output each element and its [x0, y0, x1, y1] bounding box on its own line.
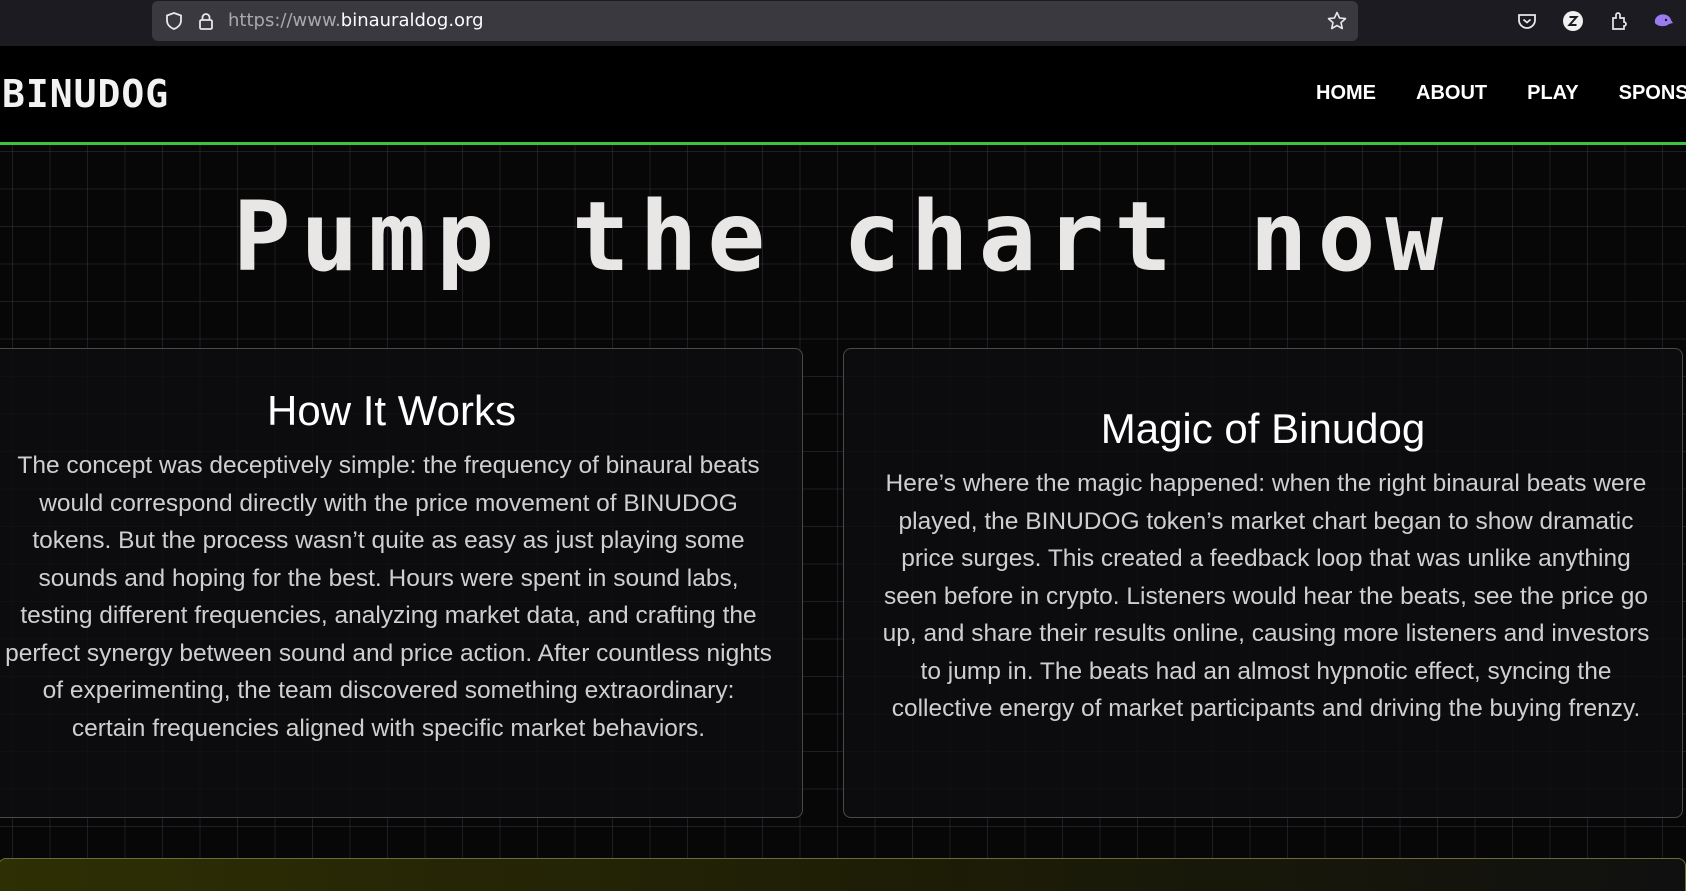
account-icon[interactable] [1562, 10, 1584, 32]
nav-about[interactable]: ABOUT [1416, 82, 1487, 105]
site-logo[interactable]: BINUDOG [2, 72, 169, 116]
url-scheme: https://www. [228, 10, 341, 31]
nav-home[interactable]: HOME [1316, 82, 1376, 105]
url-bar[interactable]: https://www.binauraldog.org [152, 1, 1358, 41]
card-body: The concept was deceptively simple: the … [5, 452, 772, 742]
how-it-works-card: How It Works The concept was deceptively… [0, 348, 803, 818]
card-title: How It Works [267, 387, 516, 434]
nav-play[interactable]: PLAY [1527, 82, 1579, 105]
browser-toolbar: https://www.binauraldog.org [0, 0, 1686, 46]
main-nav: HOME ABOUT PLAY SPONS [1316, 82, 1686, 105]
pocket-icon[interactable] [1516, 10, 1538, 32]
extensions-icon[interactable] [1608, 10, 1630, 32]
shield-icon[interactable] [164, 11, 184, 31]
card-title: Magic of Binudog [1100, 405, 1426, 452]
star-icon[interactable] [1326, 10, 1348, 32]
card-body: Here’s where the magic happened: when th… [882, 470, 1650, 722]
magic-card: Magic of Binudog Here’s where the magic … [843, 348, 1683, 818]
url-domain: binauraldog.org [340, 10, 484, 31]
lock-icon[interactable] [196, 11, 216, 31]
nav-sponsors[interactable]: SPONS [1619, 82, 1686, 105]
app-menu-icon[interactable] [1652, 10, 1674, 32]
bottom-banner [0, 858, 1686, 891]
site-header: BINUDOG HOME ABOUT PLAY SPONS [0, 46, 1686, 145]
hero-title: Pump the chart now [232, 181, 1454, 293]
url-text[interactable]: https://www.binauraldog.org [228, 10, 484, 31]
main-content: Pump the chart now How It Works The conc… [0, 145, 1686, 891]
